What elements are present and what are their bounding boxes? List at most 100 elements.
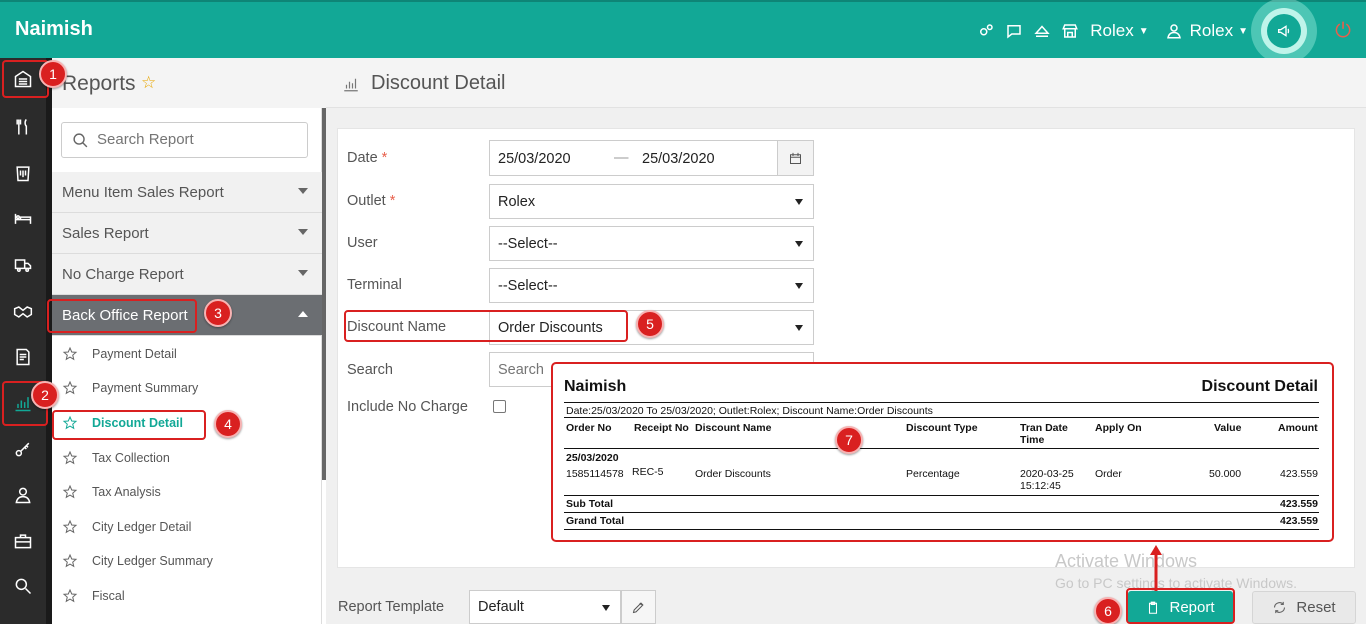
category-label: Menu Item Sales Report: [62, 184, 224, 201]
row-apply-on: Order: [1095, 468, 1122, 480]
chat-icon[interactable]: [1003, 20, 1025, 42]
star-icon[interactable]: [62, 588, 78, 604]
report-item[interactable]: Tax Collection: [52, 441, 322, 475]
col-apply-on: Apply On: [1095, 422, 1142, 434]
terminal-select[interactable]: --Select--: [489, 268, 814, 303]
report-item[interactable]: City Ledger Detail: [52, 510, 322, 544]
broadcast-icon: [1267, 14, 1301, 48]
star-icon[interactable]: [62, 380, 78, 396]
eject-icon[interactable]: [1031, 20, 1053, 42]
person-icon[interactable]: [0, 478, 46, 512]
outlet-select[interactable]: Rolex: [489, 184, 814, 219]
category-menu-item-sales[interactable]: Menu Item Sales Report: [52, 172, 322, 213]
step-badge: 5: [636, 310, 664, 338]
report-item-label: Tax Analysis: [92, 485, 161, 499]
row-discount-type: Percentage: [906, 468, 960, 480]
col-discount-name: Discount Name: [695, 422, 772, 434]
col-order-no: Order No: [566, 422, 612, 434]
report-template-value: Default: [478, 599, 524, 615]
favorite-star-icon[interactable]: ☆: [141, 73, 156, 93]
date-to[interactable]: 25/03/2020: [642, 151, 715, 167]
user-label: User: [347, 235, 378, 251]
date-from[interactable]: 25/03/2020: [498, 151, 571, 167]
gears-icon[interactable]: [975, 20, 997, 42]
date-range-field[interactable]: 25/03/2020 — 25/03/2020: [489, 140, 814, 176]
row-tran-time: 15:12:45: [1020, 480, 1061, 492]
highlight-report-button: [1126, 588, 1235, 624]
caret-up-icon: [298, 311, 308, 317]
report-template-label: Report Template: [338, 599, 445, 615]
highlight-back-office: [47, 299, 197, 333]
caret-down-icon: [795, 325, 803, 331]
broadcast-button[interactable]: [1248, 0, 1320, 64]
user-menu[interactable]: Rolex ▼: [1190, 21, 1248, 41]
category-label: Sales Report: [62, 225, 149, 242]
calendar-icon[interactable]: [777, 141, 813, 175]
row-discount-name: Order Discounts: [695, 468, 771, 480]
page-title: Discount Detail: [371, 72, 506, 94]
store-icon[interactable]: [1059, 20, 1081, 42]
report-item[interactable]: Payment Summary: [52, 371, 322, 405]
reports-header: Reports ☆: [52, 58, 326, 108]
col-tran-time: Time: [1020, 434, 1045, 446]
col-amount: Amount: [1278, 422, 1318, 434]
truck-icon[interactable]: [0, 248, 46, 282]
top-toolbar: Rolex ▼ Rolex ▼ ⏻: [972, 0, 1366, 64]
menu-icon[interactable]: [0, 156, 46, 190]
sub-total-value: 423.559: [1280, 498, 1318, 510]
report-item[interactable]: Payment Detail: [52, 337, 322, 371]
power-icon[interactable]: ⏻: [1320, 2, 1366, 60]
report-item[interactable]: Tax Analysis: [52, 475, 322, 509]
report-item-label: City Ledger Summary: [92, 554, 213, 568]
terminal-label: Terminal: [347, 277, 402, 293]
report-divider: [564, 402, 1319, 403]
report-search-input[interactable]: [97, 131, 297, 148]
handshake-icon[interactable]: [0, 295, 46, 329]
step-badge: 2: [31, 381, 59, 409]
report-divider: [564, 448, 1319, 449]
report-list-icon[interactable]: [0, 340, 46, 374]
report-search[interactable]: [61, 122, 308, 158]
row-amount: 423.559: [1280, 468, 1318, 480]
include-no-charge-checkbox[interactable]: [493, 400, 506, 413]
star-icon[interactable]: [62, 519, 78, 535]
icon-rail: [0, 58, 46, 624]
user-icon[interactable]: [1163, 20, 1185, 42]
outlet-selector[interactable]: Rolex ▼: [1090, 21, 1148, 41]
row-tran-date: 2020-03-25: [1020, 468, 1074, 480]
report-item[interactable]: City Ledger Summary: [52, 544, 322, 578]
star-icon[interactable]: [62, 450, 78, 466]
report-divider: [564, 512, 1319, 513]
group-date: 25/03/2020: [566, 452, 619, 464]
report-item-label: Payment Detail: [92, 347, 177, 361]
caret-down-icon: [795, 199, 803, 205]
utensils-icon[interactable]: [0, 110, 46, 144]
report-item[interactable]: Fiscal: [52, 579, 322, 613]
caret-down-icon: [602, 605, 610, 611]
star-icon[interactable]: [62, 346, 78, 362]
key-icon[interactable]: [0, 432, 46, 466]
col-value: Value: [1214, 422, 1242, 434]
category-no-charge[interactable]: No Charge Report: [52, 254, 322, 295]
reset-button[interactable]: Reset: [1252, 591, 1356, 624]
briefcase-icon[interactable]: [0, 524, 46, 558]
category-sales[interactable]: Sales Report: [52, 213, 322, 254]
row-order-no: 1585114578: [566, 468, 624, 480]
terminal-select-value: --Select--: [498, 278, 558, 294]
refresh-icon: [1274, 601, 1286, 614]
search-icon[interactable]: [0, 569, 46, 603]
star-icon[interactable]: [62, 484, 78, 500]
category-label: No Charge Report: [62, 266, 184, 283]
required-mark: *: [389, 193, 396, 209]
edit-template-icon[interactable]: [621, 590, 656, 624]
report-template-select[interactable]: Default: [469, 590, 621, 624]
col-tran-date: Tran Date: [1020, 422, 1068, 434]
app-brand[interactable]: Naimish: [15, 18, 93, 41]
bed-icon[interactable]: [0, 201, 46, 235]
star-icon[interactable]: [62, 553, 78, 569]
report-divider: [564, 495, 1319, 496]
date-separator: —: [614, 150, 629, 166]
bar-chart-icon: [342, 75, 360, 93]
user-select[interactable]: --Select--: [489, 226, 814, 261]
top-bar: Naimish Rolex ▼ Rolex ▼ ⏻: [0, 0, 1366, 64]
